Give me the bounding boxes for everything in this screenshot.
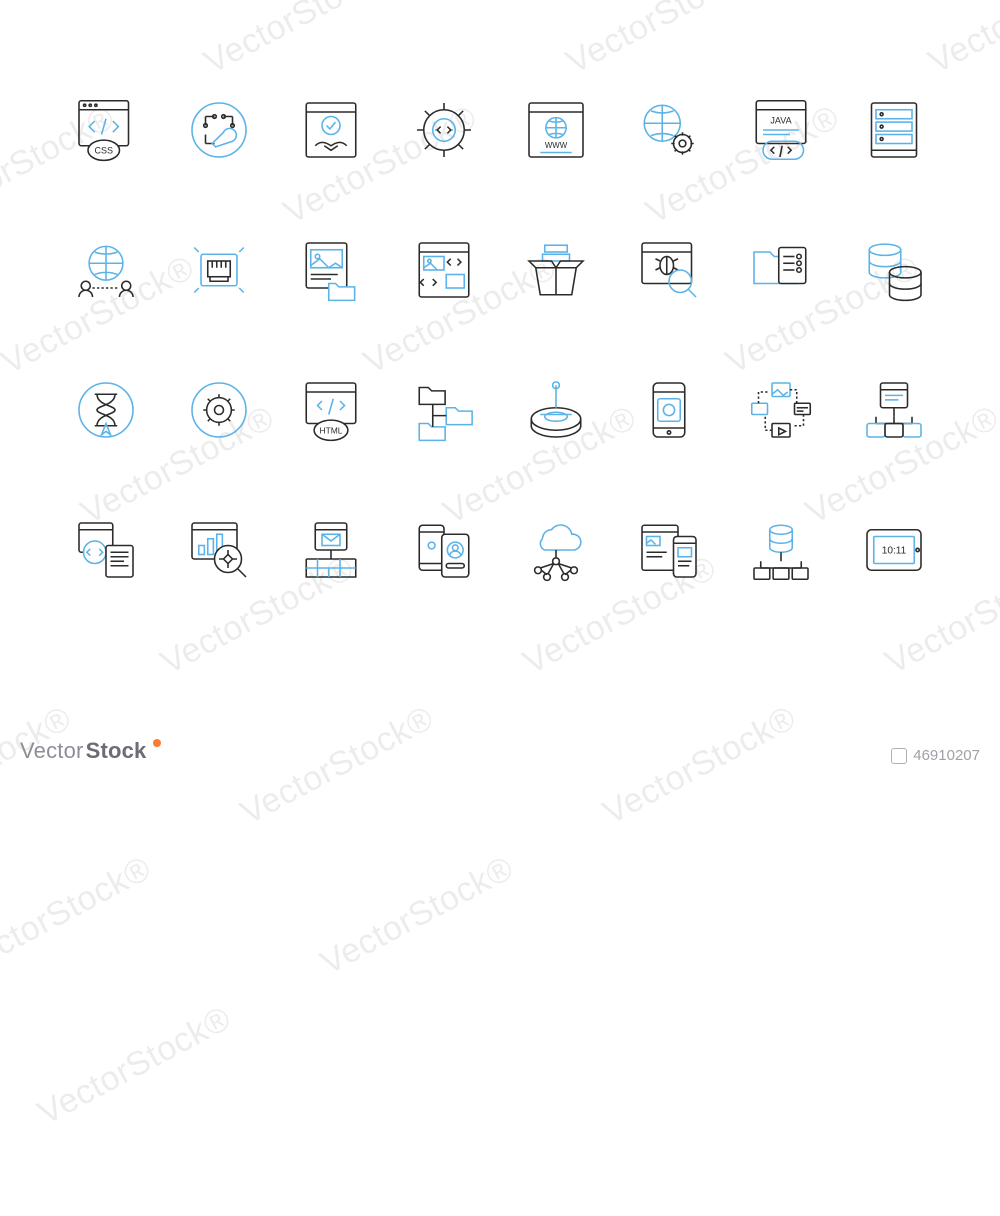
code-gear-icon [388, 60, 501, 200]
firewall-mail-icon [275, 480, 388, 620]
icon-set-canvas: VectorStock®VectorStock®VectorStock®Vect… [0, 0, 1000, 780]
svg-text:10:11: 10:11 [881, 545, 906, 556]
www-browser-icon: WWW [500, 60, 613, 200]
hourglass-badge-icon [50, 340, 163, 480]
circuit-wrench-icon [163, 60, 276, 200]
folder-file-icon [725, 200, 838, 340]
tablet-clock-icon: 10:11 [838, 480, 951, 620]
html-window-icon: HTML [275, 340, 388, 480]
image-id-label: 46910207 [891, 747, 980, 764]
code-document-icon [50, 480, 163, 620]
database-stack-icon [838, 200, 951, 340]
footer-bar: VectorStock 46910207 [20, 738, 980, 764]
box-unpack-icon [500, 200, 613, 340]
mobile-user-icon [388, 480, 501, 620]
ethernet-port-icon [163, 200, 276, 340]
dashboard-mobile-icon [613, 480, 726, 620]
icon-grid: CSS [50, 60, 950, 620]
brand-left-text: Vector [20, 738, 84, 764]
brand-right-text: Stock [86, 738, 147, 764]
java-window-icon: JAVA [725, 60, 838, 200]
media-cycle-icon [725, 340, 838, 480]
scanner-device-icon [500, 340, 613, 480]
svg-text:WWW: WWW [545, 141, 568, 150]
globe-users-icon [50, 200, 163, 340]
svg-text:JAVA: JAVA [771, 115, 792, 125]
globe-gear-icon [613, 60, 726, 200]
bug-search-icon [613, 200, 726, 340]
analytics-lens-icon [163, 480, 276, 620]
handshake-badge-icon [275, 60, 388, 200]
mobile-card-icon [613, 340, 726, 480]
brand-logo: VectorStock [20, 738, 161, 764]
svg-text:CSS: CSS [95, 146, 114, 156]
server-rack-icon [838, 60, 951, 200]
image-folder-icon [275, 200, 388, 340]
image-code-window-icon [388, 200, 501, 340]
database-nodes-icon [725, 480, 838, 620]
css-window-icon: CSS [50, 60, 163, 200]
brand-dot-icon [153, 739, 161, 747]
cloud-network-icon [500, 480, 613, 620]
svg-text:HTML: HTML [320, 426, 343, 436]
gear-ring-icon [163, 340, 276, 480]
site-network-icon [838, 340, 951, 480]
folder-tree-icon [388, 340, 501, 480]
